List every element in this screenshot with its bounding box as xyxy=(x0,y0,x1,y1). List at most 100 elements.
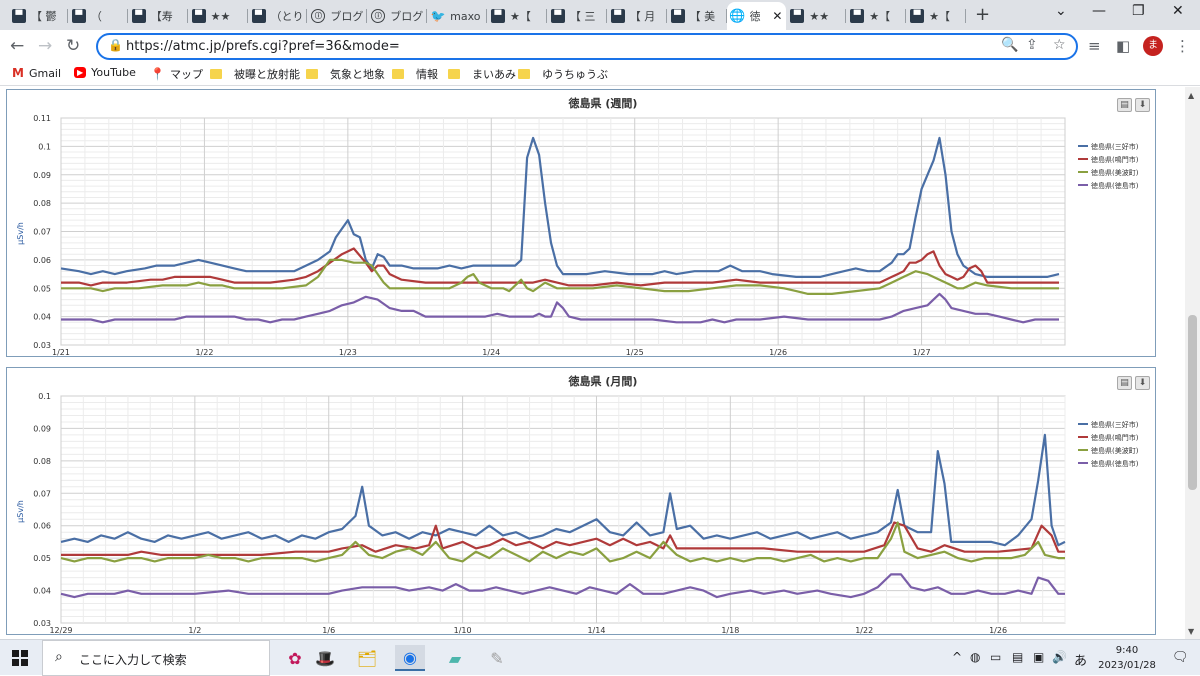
monthly-chart-panel: 0.03 0.04 0.05 0.06 0.07 0.08 0.09 0.1 12/29 1/2 1… xyxy=(6,367,1156,635)
app-icon: ▀ xyxy=(491,9,505,23)
tab-7[interactable]: 🐦 maxo xyxy=(427,2,487,30)
file-explorer-icon[interactable]: 🗂 xyxy=(352,645,382,671)
tab-label: ブログ xyxy=(390,10,424,23)
ime-indicator[interactable]: あ xyxy=(1074,650,1087,669)
download-icon[interactable]: ⬇ xyxy=(1135,98,1150,112)
print-icon[interactable]: ▤ xyxy=(1117,376,1132,390)
tab-1[interactable]: ▀ （ xyxy=(68,2,128,30)
scroll-up-icon[interactable]: ▲ xyxy=(1188,91,1194,100)
close-window-icon[interactable]: ✕ xyxy=(1172,3,1184,19)
bookmark-0[interactable]: M Gmail xyxy=(12,66,61,80)
battery-icon[interactable]: ▭ xyxy=(990,650,1001,664)
x-tick-label: 1/10 xyxy=(454,626,472,634)
widget-icon[interactable]: ✿ xyxy=(280,645,310,671)
lock-icon[interactable]: 🔒 xyxy=(108,38,123,52)
bookmark-1[interactable]: ▶ YouTube xyxy=(74,66,136,79)
notification-icon[interactable]: 🗨 xyxy=(1172,650,1189,665)
x-tick-label: 1/14 xyxy=(587,626,605,634)
page-scrollbar[interactable]: ▲ ▼ xyxy=(1185,87,1200,639)
tab-3[interactable]: ▀ ★★ xyxy=(188,2,248,30)
blog-icon: ⓘ xyxy=(311,9,326,23)
tray-app-icon[interactable]: ◍ xyxy=(970,650,980,664)
share-icon[interactable]: ⇪ xyxy=(1026,37,1038,53)
tab-14[interactable]: ▀ ★【 xyxy=(846,2,907,30)
x-tick-label: 1/26 xyxy=(989,626,1007,634)
hat-app-icon[interactable]: 🎩 xyxy=(310,645,340,671)
reading-list-icon[interactable]: ≡ xyxy=(1088,37,1101,55)
app-icon: ▀ xyxy=(670,9,685,23)
minimize-icon[interactable]: — xyxy=(1092,3,1106,19)
tab-10[interactable]: ▀ 【 月 xyxy=(607,2,667,30)
x-tick-label: 1/6 xyxy=(322,626,335,634)
zoom-icon[interactable]: 🔍 xyxy=(1001,37,1018,53)
chrome-icon[interactable]: ◉ xyxy=(395,645,425,671)
display-icon[interactable]: ▣ xyxy=(1033,650,1044,664)
maximize-icon[interactable]: ❐ xyxy=(1132,3,1145,19)
taskbar-search[interactable]: ⌕ ここに入力して検索 xyxy=(42,640,270,676)
address-bar[interactable]: 🔒 https://atmc.jp/prefs.cgi?pref=36&mode… xyxy=(96,33,1078,60)
download-icon[interactable]: ⬇ xyxy=(1135,376,1150,390)
tab-5[interactable]: ⓘ ブログ xyxy=(307,2,368,30)
tab-6[interactable]: ⓘ ブログ xyxy=(367,2,428,30)
tab-search-icon[interactable]: ⌄ xyxy=(1055,3,1067,19)
bookmark-star-icon[interactable]: ☆ xyxy=(1053,37,1066,53)
y-tick-label: 0.11 xyxy=(33,114,51,123)
tab-13[interactable]: ▀ ★★ xyxy=(786,2,847,30)
new-tab-button[interactable]: + xyxy=(975,4,990,25)
x-tick-label: 1/21 xyxy=(52,348,70,356)
back-icon[interactable]: ← xyxy=(10,36,24,56)
tab-label: 【 鬱 xyxy=(31,10,57,23)
bookmark-label: 気象と地象 xyxy=(330,68,385,81)
system-clock[interactable]: 9:40 2023/01/28 xyxy=(1092,643,1162,673)
clock-time: 9:40 xyxy=(1115,645,1139,656)
bookmark-7[interactable]: ゆうちゅうぶ xyxy=(518,66,608,82)
volume-icon[interactable]: 🔊 xyxy=(1052,650,1067,664)
x-tick-label: 1/2 xyxy=(188,626,201,634)
scrollbar-thumb[interactable] xyxy=(1188,315,1197,490)
bookmark-2[interactable]: 📍 マップ xyxy=(150,66,203,82)
tray-chevron-icon[interactable]: ^ xyxy=(952,650,962,664)
bookmark-6[interactable]: まいあみ xyxy=(448,66,516,82)
tab-8[interactable]: ▀ ★【 xyxy=(487,2,547,30)
reload-icon[interactable]: ↻ xyxy=(66,36,80,56)
x-tick-label: 1/26 xyxy=(769,348,787,356)
tab-close-icon[interactable]: ✕ xyxy=(772,9,782,23)
chart-svg: 0.03 0.04 0.05 0.06 0.07 0.08 0.09 0.1 0.11 1/21 1… xyxy=(16,96,1139,356)
y-tick-label: 0.03 xyxy=(33,619,51,628)
url-text[interactable]: https://atmc.jp/prefs.cgi?pref=36&mode= xyxy=(126,39,400,54)
print-icon[interactable]: ▤ xyxy=(1117,98,1132,112)
notepad-icon[interactable]: ▰ xyxy=(440,645,470,671)
y-axis-label: μSv/h xyxy=(16,222,25,245)
side-panel-icon[interactable]: ◧ xyxy=(1116,37,1130,55)
tab-0[interactable]: ▀ 【 鬱 xyxy=(8,2,68,30)
profile-avatar[interactable]: ま xyxy=(1143,36,1163,56)
scroll-down-icon[interactable]: ▼ xyxy=(1188,627,1194,636)
app-icon: ▀ xyxy=(550,9,565,23)
weekly-chart-panel: 0.03 0.04 0.05 0.06 0.07 0.08 0.09 0.1 0.11 1/21 1… xyxy=(6,89,1156,357)
bookmark-3[interactable]: 被曝と放射能 xyxy=(210,66,300,82)
x-tick-label: 1/27 xyxy=(913,348,931,356)
app-icon: ▀ xyxy=(850,9,865,23)
windows-start-icon[interactable] xyxy=(12,650,28,666)
pen-app-icon[interactable]: ✎ xyxy=(482,645,512,671)
forward-icon[interactable]: → xyxy=(38,36,52,56)
tab-12[interactable]: 🌐 徳 ✕ xyxy=(726,2,787,30)
tab-9[interactable]: ▀ 【 三 xyxy=(547,2,607,30)
app-icon: ▀ xyxy=(790,9,805,23)
y-tick-label: 0.08 xyxy=(33,457,51,466)
bookmark-4[interactable]: 気象と地象 xyxy=(306,66,385,82)
bookmark-label: YouTube xyxy=(91,66,136,79)
bookmark-5[interactable]: 情報 xyxy=(392,66,438,82)
menu-icon[interactable]: ⋮ xyxy=(1175,37,1190,55)
tab-15[interactable]: ▀ ★【 xyxy=(906,2,966,30)
tab-label: ★【 xyxy=(929,10,950,23)
network-icon[interactable]: ▤ xyxy=(1012,650,1023,664)
bookmark-label: マップ xyxy=(169,68,203,81)
tab-label: ★【 xyxy=(869,10,891,23)
tab-4[interactable]: ▀ （とり xyxy=(248,2,308,30)
tab-11[interactable]: ▀ 【 美 xyxy=(667,2,727,30)
y-tick-label: 0.1 xyxy=(38,142,51,151)
x-tick-label: 12/29 xyxy=(49,626,72,634)
tab-2[interactable]: ▀ 【寿 xyxy=(128,2,188,30)
legend-label: 徳島県(美波町) xyxy=(1091,446,1139,455)
